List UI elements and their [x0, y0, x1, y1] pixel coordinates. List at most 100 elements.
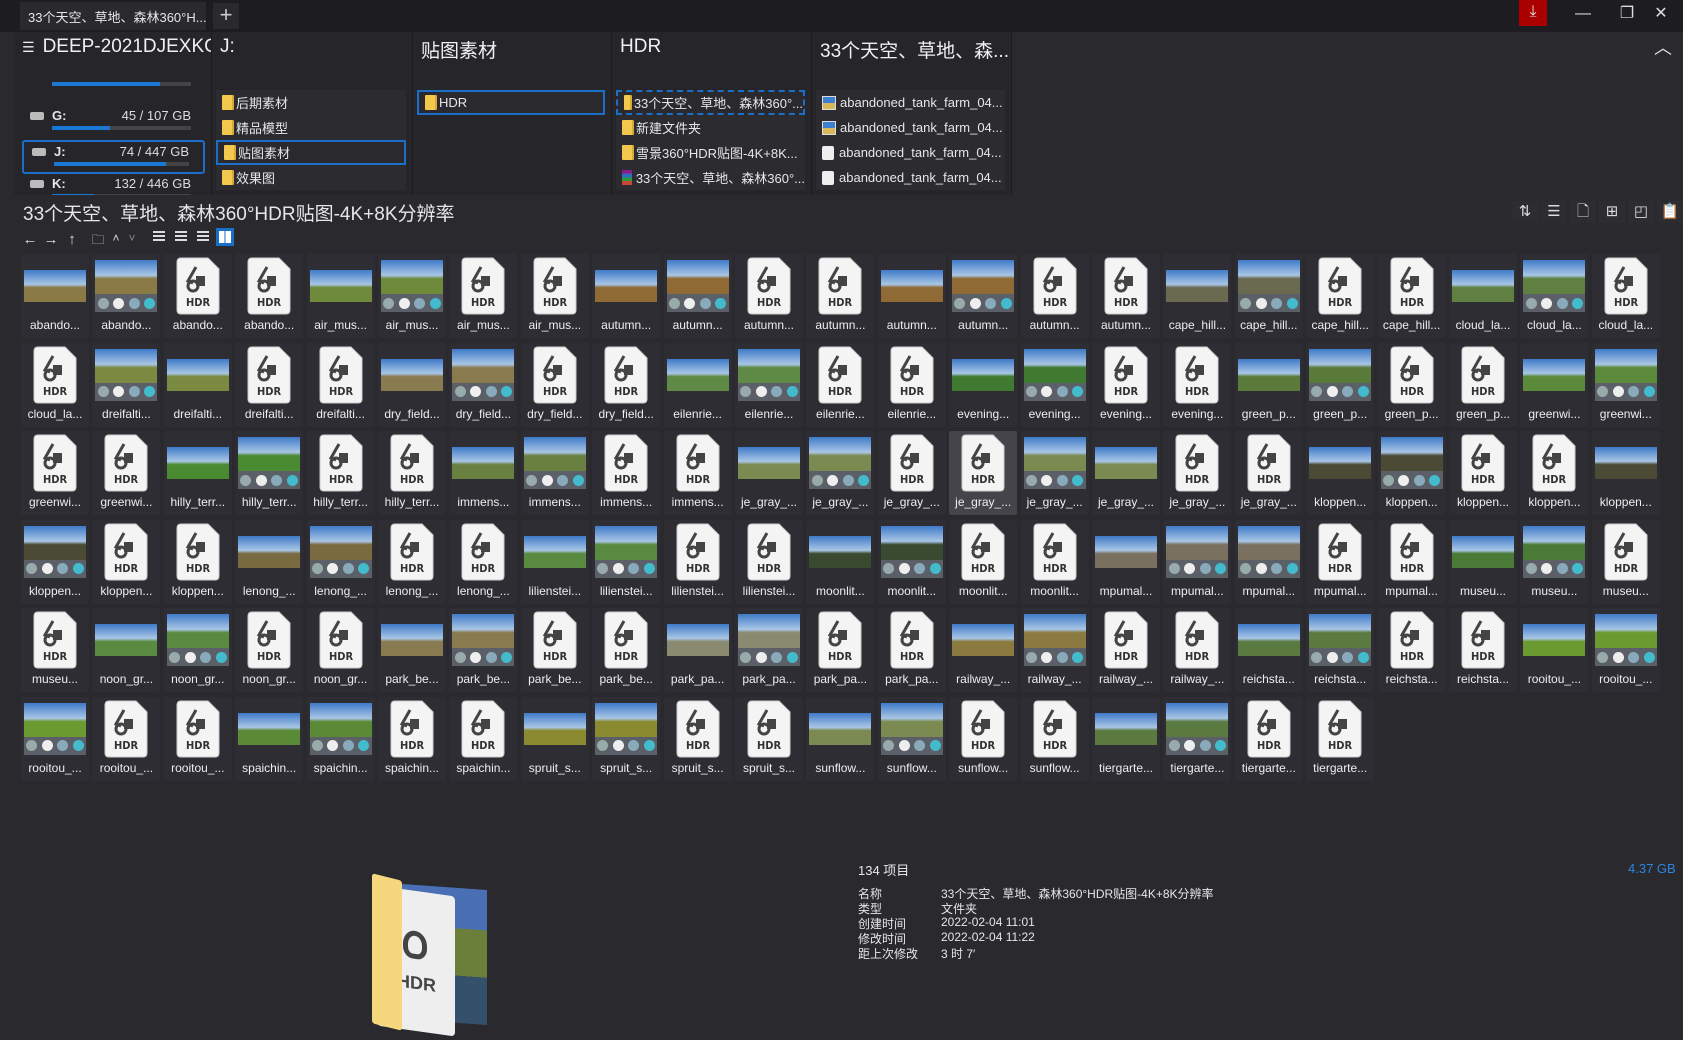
- file-item[interactable]: HDR kloppen...: [1520, 431, 1589, 515]
- file-item[interactable]: spaichin...: [306, 696, 375, 781]
- file-item[interactable]: moonlit...: [806, 519, 875, 604]
- file-item[interactable]: autumn...: [663, 254, 732, 338]
- file-item[interactable]: HDR mpumal...: [1377, 519, 1446, 604]
- file-item[interactable]: HDR reichsta...: [1377, 608, 1446, 692]
- file-item[interactable]: HDR lenong_...: [449, 519, 518, 604]
- file-item[interactable]: dry_field...: [378, 342, 446, 427]
- file-item[interactable]: HDR spaichin...: [378, 696, 446, 781]
- file-item[interactable]: HDR immens...: [592, 431, 661, 515]
- file-item[interactable]: HDR reichsta...: [1449, 608, 1517, 692]
- file-item[interactable]: HDR rooitou_...: [92, 696, 161, 781]
- new-file-button[interactable]: 🗋: [1570, 201, 1596, 223]
- file-item[interactable]: HDR greenwi...: [92, 431, 161, 515]
- file-item[interactable]: HDR je_gray_...: [949, 431, 1018, 515]
- new-item-button[interactable]: ⊞: [1599, 201, 1625, 223]
- column-item[interactable]: abandoned_tank_farm_04...: [816, 115, 1005, 140]
- file-item[interactable]: HDR kloppen...: [1449, 431, 1517, 515]
- file-item[interactable]: HDR park_be...: [520, 608, 589, 692]
- file-item[interactable]: HDR spruit_s...: [663, 696, 732, 781]
- file-item[interactable]: HDR autumn...: [806, 254, 875, 338]
- file-item[interactable]: autumn...: [592, 254, 661, 338]
- file-item[interactable]: HDR evening...: [1163, 342, 1232, 427]
- file-item[interactable]: HDR abando...: [235, 254, 304, 338]
- file-item[interactable]: sunflow...: [806, 696, 875, 781]
- file-item[interactable]: immens...: [449, 431, 518, 515]
- file-item[interactable]: HDR railway_...: [1163, 608, 1232, 692]
- file-item[interactable]: noon_gr...: [92, 608, 161, 692]
- file-item[interactable]: HDR museu...: [21, 608, 89, 692]
- file-item[interactable]: HDR park_pa...: [877, 608, 946, 692]
- file-item[interactable]: hilly_terr...: [235, 431, 304, 515]
- view-icons-button[interactable]: [216, 228, 234, 246]
- file-item[interactable]: museu...: [1449, 519, 1517, 604]
- file-item[interactable]: je_gray_...: [1020, 431, 1089, 515]
- file-item[interactable]: HDR dreifalti...: [306, 342, 375, 427]
- drive-j[interactable]: J: 74 / 447 GB: [22, 140, 205, 174]
- forward-button[interactable]: →: [41, 231, 61, 248]
- download-icon[interactable]: ⤓: [1519, 0, 1547, 26]
- file-item[interactable]: cloud_la...: [1520, 254, 1589, 338]
- file-item[interactable]: HDR dreifalti...: [235, 342, 304, 427]
- file-item[interactable]: HDR tiergarte...: [1306, 696, 1375, 781]
- file-item[interactable]: cape_hill...: [1163, 254, 1232, 338]
- collapse-panes-button[interactable]: ︿: [1648, 34, 1678, 58]
- file-item[interactable]: HDR moonlit...: [1020, 519, 1089, 604]
- column-item[interactable]: 后期素材: [216, 90, 406, 115]
- column-item[interactable]: 雪景360°HDR贴图-4K+8K...: [616, 140, 805, 165]
- file-item[interactable]: HDR sunflow...: [1020, 696, 1089, 781]
- file-item[interactable]: HDR autumn...: [1092, 254, 1160, 338]
- file-item[interactable]: dreifalti...: [92, 342, 161, 427]
- file-item[interactable]: je_gray_...: [735, 431, 803, 515]
- column-item[interactable]: 精品模型: [216, 115, 406, 140]
- file-item[interactable]: HDR spruit_s...: [735, 696, 803, 781]
- file-item[interactable]: autumn...: [877, 254, 946, 338]
- file-item[interactable]: green_p...: [1306, 342, 1375, 427]
- file-item[interactable]: HDR air_mus...: [449, 254, 518, 338]
- file-item[interactable]: dry_field...: [449, 342, 518, 427]
- file-item[interactable]: mpumal...: [1234, 519, 1303, 604]
- file-item[interactable]: tiergarte...: [1092, 696, 1160, 781]
- file-item[interactable]: park_pa...: [735, 608, 803, 692]
- file-item[interactable]: tiergarte...: [1163, 696, 1232, 781]
- file-item[interactable]: park_pa...: [663, 608, 732, 692]
- file-item[interactable]: spruit_s...: [520, 696, 589, 781]
- file-item[interactable]: HDR je_gray_...: [877, 431, 946, 515]
- file-item[interactable]: evening...: [949, 342, 1018, 427]
- file-item[interactable]: HDR museu...: [1591, 519, 1660, 604]
- column-item[interactable]: abandoned_tank_farm_04...: [816, 90, 1005, 115]
- file-item[interactable]: moonlit...: [877, 519, 946, 604]
- file-item[interactable]: dreifalti...: [163, 342, 232, 427]
- file-item[interactable]: museu...: [1520, 519, 1589, 604]
- file-item[interactable]: HDR tiergarte...: [1234, 696, 1303, 781]
- file-item[interactable]: immens...: [520, 431, 589, 515]
- file-item[interactable]: eilenrie...: [663, 342, 732, 427]
- file-item[interactable]: HDR mpumal...: [1306, 519, 1375, 604]
- file-item[interactable]: HDR rooitou_...: [163, 696, 232, 781]
- file-item[interactable]: cape_hill...: [1234, 254, 1303, 338]
- file-item[interactable]: lilienstei...: [592, 519, 661, 604]
- sort-desc-button[interactable]: ˅: [122, 231, 142, 245]
- file-item[interactable]: HDR cape_hill...: [1377, 254, 1446, 338]
- file-item[interactable]: hilly_terr...: [163, 431, 232, 515]
- column-item[interactable]: 33个天空、草地、森林360°...: [616, 165, 805, 190]
- file-item[interactable]: HDR moonlit...: [949, 519, 1018, 604]
- file-item[interactable]: HDR lilienstei...: [735, 519, 803, 604]
- file-item[interactable]: park_be...: [449, 608, 518, 692]
- drive-k[interactable]: K: 132 / 446 GB: [22, 174, 205, 195]
- file-item[interactable]: railway_...: [1020, 608, 1089, 692]
- file-item[interactable]: HDR autumn...: [735, 254, 803, 338]
- file-item[interactable]: HDR eilenrie...: [806, 342, 875, 427]
- file-item[interactable]: HDR abando...: [163, 254, 232, 338]
- file-item[interactable]: HDR eilenrie...: [877, 342, 946, 427]
- file-item[interactable]: kloppen...: [1591, 431, 1660, 515]
- file-item[interactable]: HDR lenong_...: [378, 519, 446, 604]
- view-details-button[interactable]: [150, 228, 168, 246]
- file-item[interactable]: HDR kloppen...: [92, 519, 161, 604]
- file-item[interactable]: lenong_...: [235, 519, 304, 604]
- file-item[interactable]: noon_gr...: [163, 608, 232, 692]
- file-item[interactable]: HDR dry_field...: [592, 342, 661, 427]
- file-item[interactable]: rooitou_...: [21, 696, 89, 781]
- file-item[interactable]: cloud_la...: [1449, 254, 1517, 338]
- file-item[interactable]: greenwi...: [1520, 342, 1589, 427]
- file-item[interactable]: HDR cloud_la...: [21, 342, 89, 427]
